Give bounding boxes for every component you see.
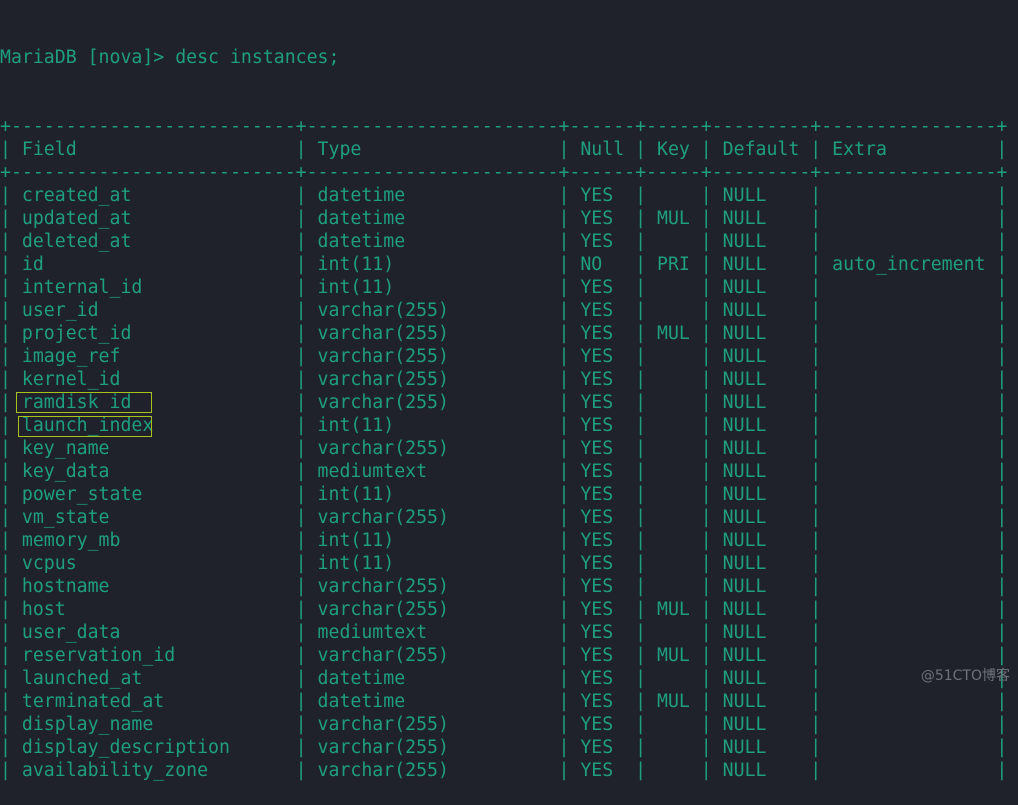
table-row: | created_at | datetime | YES | | NULL |…	[0, 185, 1008, 206]
table-row: | user_data | mediumtext | YES | | NULL …	[0, 622, 1008, 643]
table-row: | internal_id | int(11) | YES | | NULL |…	[0, 277, 1008, 298]
table-border-top: +--------------------------+------------…	[0, 116, 1008, 137]
table-header-row: | Field | Type | Null | Key | Default | …	[0, 139, 1008, 160]
table-row: | deleted_at | datetime | YES | | NULL |…	[0, 231, 1008, 252]
table-row: | launch_index | int(11) | YES | | NULL …	[0, 415, 1008, 436]
table-row: | updated_at | datetime | YES | MUL | NU…	[0, 208, 1008, 229]
table-row: | display_name | varchar(255) | YES | | …	[0, 714, 1008, 735]
table-row: | vcpus | int(11) | YES | | NULL | |	[0, 553, 1008, 574]
table-row: | launched_at | datetime | YES | | NULL …	[0, 668, 1008, 689]
table-row: | key_name | varchar(255) | YES | | NULL…	[0, 438, 1008, 459]
table-row: | display_description | varchar(255) | Y…	[0, 737, 1008, 758]
table-row: | power_state | int(11) | YES | | NULL |…	[0, 484, 1008, 505]
table-row: | image_ref | varchar(255) | YES | | NUL…	[0, 346, 1008, 367]
table-row: | id | int(11) | NO | PRI | NULL | auto_…	[0, 254, 1008, 275]
table-border-header: +--------------------------+------------…	[0, 162, 1008, 183]
describe-table: +--------------------------+------------…	[0, 115, 1007, 782]
table-row: | user_id | varchar(255) | YES | | NULL …	[0, 300, 1008, 321]
table-row: | vm_state | varchar(255) | YES | | NULL…	[0, 507, 1008, 528]
prompt-line: MariaDB [nova]> desc instances;	[0, 46, 1007, 69]
table-row: | host | varchar(255) | YES | MUL | NULL…	[0, 599, 1008, 620]
command-text: desc instances;	[175, 47, 340, 68]
watermark: @51CTO博客	[920, 668, 1010, 684]
table-row: | terminated_at | datetime | YES | MUL |…	[0, 691, 1008, 712]
table-row: | kernel_id | varchar(255) | YES | | NUL…	[0, 369, 1008, 390]
table-row: | reservation_id | varchar(255) | YES | …	[0, 645, 1008, 666]
table-row: | project_id | varchar(255) | YES | MUL …	[0, 323, 1008, 344]
terminal-output: MariaDB [nova]> desc instances; +-------…	[0, 0, 1007, 805]
table-row: | availability_zone | varchar(255) | YES…	[0, 760, 1008, 781]
table-row: | key_data | mediumtext | YES | | NULL |…	[0, 461, 1008, 482]
table-row: | ramdisk_id | varchar(255) | YES | | NU…	[0, 392, 1008, 413]
prompt: MariaDB [nova]>	[0, 47, 176, 68]
table-row: | hostname | varchar(255) | YES | | NULL…	[0, 576, 1008, 597]
table-row: | memory_mb | int(11) | YES | | NULL | |	[0, 530, 1008, 551]
